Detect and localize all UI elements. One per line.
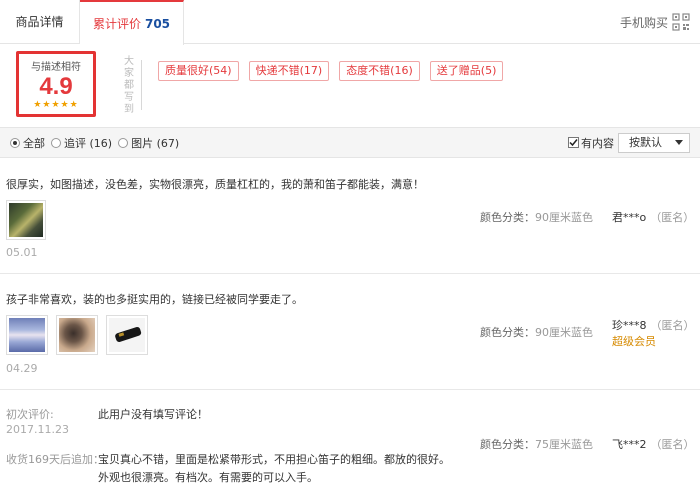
sku-value: 90厘米蓝色 <box>535 211 593 224</box>
sku-label: 颜色分类： <box>480 211 535 224</box>
photo-image <box>9 318 45 352</box>
review-type-filter: 全部 追评 (16) 图片 (67) <box>10 128 183 157</box>
review-date: 05.01 <box>6 246 38 259</box>
has-content-label: 有内容 <box>581 136 614 150</box>
review-item: 孩子非常喜欢，装的也多挺实用的，链接已经被同学要走了。 04.29 颜色分类：9… <box>0 274 700 390</box>
tab-reviews-count: 705 <box>144 17 171 31</box>
radio-button[interactable] <box>51 137 61 148</box>
sku-label: 颜色分类： <box>480 326 535 339</box>
sku-value: 90厘米蓝色 <box>535 326 593 339</box>
review-sku: 颜色分类：90厘米蓝色 <box>480 209 593 225</box>
radio-button[interactable] <box>10 137 20 148</box>
sku-value: 75厘米蓝色 <box>535 438 593 451</box>
tag-quality[interactable]: 质量很好(54) <box>158 61 239 81</box>
review-item: 初次评价: 此用户没有填写评论！ 2017.11.23 收货169天后追加： 宝… <box>0 390 700 492</box>
reviewer-anonymous: （匿名） <box>650 319 695 332</box>
initial-review-label: 初次评价: <box>6 408 54 421</box>
tag-delivery[interactable]: 快递不错(17) <box>248 61 330 81</box>
review-photo-thumbnail[interactable] <box>106 315 148 355</box>
filter-all[interactable]: 全部 <box>10 135 45 151</box>
filter-all-label: 全部 <box>23 136 45 150</box>
review-text: 孩子非常喜欢，装的也多挺实用的，链接已经被同学要走了。 <box>6 293 303 306</box>
tab-bar: 商品详情 累计评价 705 手机购买 <box>0 0 700 45</box>
review-sku: 颜色分类：75厘米蓝色 <box>480 436 593 452</box>
photo-image <box>9 203 43 237</box>
review-photo-thumbnail[interactable] <box>56 315 98 355</box>
sort-dropdown-value: 按默认 <box>629 136 662 149</box>
rating-stars: ★★★★★ <box>33 100 79 110</box>
photo-image <box>109 318 145 352</box>
review-photos <box>6 200 46 240</box>
reviewer: 飞***2 （匿名） <box>612 436 695 452</box>
tab-product-detail[interactable]: 商品详情 <box>0 0 80 44</box>
chevron-down-icon <box>675 140 683 145</box>
review-photo-thumbnail[interactable] <box>6 315 48 355</box>
has-content-filter[interactable]: 有内容 <box>568 128 614 157</box>
mobile-buy-label: 手机购买 <box>619 15 668 30</box>
review-sku: 颜色分类：90厘米蓝色 <box>480 324 593 340</box>
review-filter-bar: 全部 追评 (16) 图片 (67) 有内容 按默认 <box>0 127 700 158</box>
qr-code-icon <box>672 13 690 31</box>
rating-title: 与描述相符 <box>31 62 81 73</box>
has-content-checkbox[interactable] <box>568 137 579 148</box>
rating-summary-box: 与描述相符 4.9 ★★★★★ <box>16 51 96 117</box>
reviewer-name: 君***o <box>612 211 647 224</box>
initial-review-date: 2017.11.23 <box>6 423 69 436</box>
mobile-buy-link[interactable]: 手机购买 <box>620 0 690 44</box>
impressions-divider <box>141 60 149 110</box>
review-date: 04.29 <box>6 362 38 375</box>
sku-label: 颜色分类： <box>480 438 535 451</box>
review-item: 很厚实，如图描述，没色差，实物很漂亮，质量杠杠的，我的萧和笛子都能装，满意！ 0… <box>0 158 700 274</box>
filter-images[interactable]: 图片 (67) <box>118 135 179 151</box>
filter-followup[interactable]: 追评 (16) <box>51 135 112 151</box>
filter-followup-label: 追评 (16) <box>64 136 113 150</box>
reviewer-anonymous: （匿名） <box>650 438 695 451</box>
tag-service[interactable]: 态度不错(16) <box>339 61 420 81</box>
followup-review-line: 外观也很漂亮。有档次。有需要的可以入手。 <box>98 471 318 484</box>
review-photo-thumbnail[interactable] <box>6 200 46 240</box>
photo-image <box>59 318 95 352</box>
reviewer: 君***o （匿名） <box>612 209 694 225</box>
tab-reviews-label: 累计评价 <box>92 17 141 31</box>
radio-button[interactable] <box>118 137 129 148</box>
member-badge: 超级会员 <box>612 335 656 348</box>
followup-review-line: 宝贝真心不错，里面是松紧带形式，不用担心笛子的粗细。都放的很好。 <box>98 453 450 466</box>
review-text: 很厚实，如图描述，没色差，实物很漂亮，质量杠杠的，我的萧和笛子都能装，满意！ <box>6 178 424 191</box>
review-photos <box>6 315 148 355</box>
filter-images-label: 图片 (67) <box>131 136 180 150</box>
reviewer-name: 飞***2 <box>612 438 647 451</box>
sort-dropdown[interactable]: 按默认 <box>618 133 690 153</box>
tab-reviews[interactable]: 累计评价 705 <box>80 0 184 45</box>
tag-gift[interactable]: 送了赠品(5) <box>429 61 504 81</box>
impressions-label: 大家都写到 <box>124 56 134 115</box>
initial-review-text: 此用户没有填写评论！ <box>98 408 208 421</box>
reviewer: 珍***8 （匿名） <box>612 317 695 333</box>
followup-review-label: 收货169天后追加： <box>6 453 104 466</box>
impression-tags: 质量很好(54) 快递不错(17) 态度不错(16) 送了赠品(5) <box>158 61 504 81</box>
reviewer-name: 珍***8 <box>612 319 647 332</box>
rating-value: 4.9 <box>39 73 73 100</box>
reviewer-anonymous: （匿名） <box>650 211 695 224</box>
